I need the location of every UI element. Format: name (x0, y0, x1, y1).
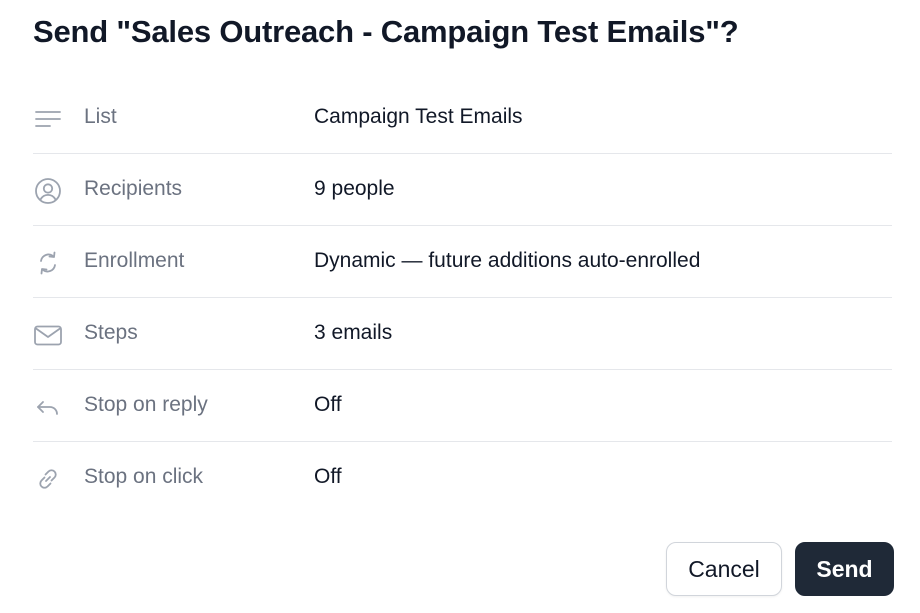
detail-label: Steps (84, 321, 138, 344)
reply-arrow-icon (33, 392, 63, 422)
detail-value: 9 people (314, 177, 395, 200)
dialog-title: Send "Sales Outreach - Campaign Test Ema… (33, 14, 739, 49)
send-confirmation-dialog: Send "Sales Outreach - Campaign Test Ema… (0, 0, 920, 613)
link-icon (33, 464, 63, 494)
details-list: List Campaign Test Emails Recipients 9 p… (33, 82, 892, 514)
detail-label: List (84, 105, 117, 128)
detail-value: 3 emails (314, 321, 393, 344)
detail-row-enrollment: Enrollment Dynamic — future additions au… (33, 226, 892, 298)
cancel-button[interactable]: Cancel (666, 542, 782, 596)
detail-row-list: List Campaign Test Emails (33, 82, 892, 154)
detail-value: Off (314, 393, 342, 416)
detail-label: Enrollment (84, 249, 185, 272)
envelope-icon (33, 320, 63, 350)
detail-row-stop-on-reply: Stop on reply Off (33, 370, 892, 442)
list-lines-icon (33, 104, 63, 134)
detail-row-steps: Steps 3 emails (33, 298, 892, 370)
detail-row-recipients: Recipients 9 people (33, 154, 892, 226)
detail-value: Off (314, 465, 342, 488)
sync-arrows-icon (33, 248, 63, 278)
detail-label: Recipients (84, 177, 183, 200)
detail-label: Stop on click (84, 465, 204, 488)
detail-value: Dynamic — future additions auto-enrolled (314, 249, 701, 272)
detail-row-stop-on-click: Stop on click Off (33, 442, 892, 514)
detail-value: Campaign Test Emails (314, 105, 523, 128)
user-circle-icon (33, 176, 63, 206)
detail-label: Stop on reply (84, 393, 208, 416)
send-button[interactable]: Send (795, 542, 894, 596)
